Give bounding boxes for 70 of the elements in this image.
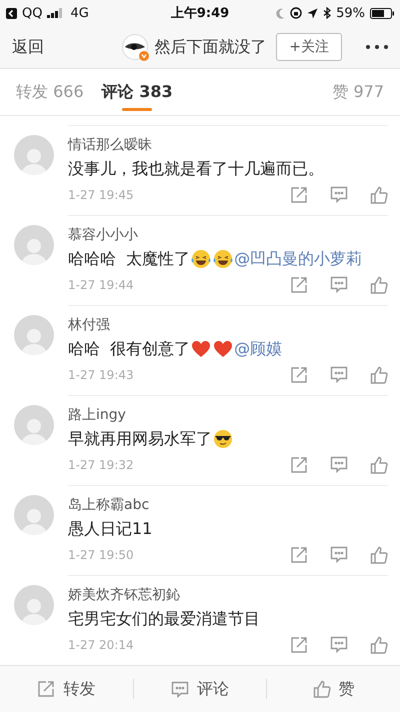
comment-text: 没事儿，我也就是看了十几遍而已。 (68, 158, 324, 180)
repost-icon[interactable] (290, 636, 308, 654)
reply-icon[interactable] (330, 186, 348, 203)
comment-text: 哈哈哈 太魔性了 (68, 248, 190, 270)
username[interactable]: 娇美炊齐钚莣初鈊 (68, 586, 388, 604)
verified-badge-icon (139, 51, 150, 61)
follow-button[interactable]: +关注 (276, 33, 342, 61)
user-avatar[interactable] (14, 225, 54, 265)
comment-action-button[interactable]: 评论 (134, 666, 266, 712)
user-avatar[interactable] (14, 135, 54, 175)
moon-icon (276, 8, 286, 18)
more-icon[interactable] (366, 45, 388, 49)
mention-link[interactable]: @顾嫫 (234, 338, 282, 360)
repost-icon[interactable] (290, 456, 308, 474)
rotation-lock-icon (290, 7, 302, 19)
network-label: 4G (70, 6, 89, 20)
back-button[interactable]: 返回 (12, 36, 44, 58)
location-arrow-icon (307, 8, 318, 18)
user-avatar[interactable] (14, 495, 54, 535)
comment-time: 1-27 19:44 (68, 278, 135, 292)
comment-text: 宅男宅女们的最爱消遣节目 (68, 608, 260, 630)
like-icon[interactable] (370, 636, 388, 654)
reply-icon[interactable] (330, 276, 348, 293)
comment-time: 1-27 19:45 (68, 188, 135, 202)
comment-time: 1-27 20:14 (68, 638, 135, 652)
username[interactable]: 岛上称霸abc (68, 496, 388, 514)
repost-icon[interactable] (290, 546, 308, 564)
reply-icon[interactable] (330, 636, 348, 653)
heart-emoji (213, 340, 234, 358)
comment-text: 愚人日记11 (68, 518, 152, 540)
comment-text: 早就再用网易水军了 (68, 428, 212, 450)
user-avatar[interactable] (14, 315, 54, 355)
heart-emoji (191, 340, 212, 358)
user-avatar[interactable] (14, 405, 54, 445)
mention-link[interactable]: @凹凸曼的小萝莉 (234, 248, 362, 270)
like-icon[interactable] (370, 276, 388, 294)
post-author-title: 然后下面就没了 (154, 36, 266, 58)
like-icon[interactable] (370, 366, 388, 384)
like-action-button[interactable]: 赞 (267, 666, 400, 712)
comment-text: 哈哈 很有创意了 (68, 338, 190, 360)
comment-icon (171, 680, 189, 698)
repost-icon[interactable] (290, 186, 308, 204)
battery-icon (370, 8, 394, 18)
comment-time: 1-27 19:32 (68, 458, 135, 472)
repost-icon[interactable] (290, 276, 308, 294)
like-icon[interactable] (370, 456, 388, 474)
comment-time: 1-27 19:50 (68, 548, 135, 562)
back-app-label[interactable]: QQ (22, 6, 42, 20)
sunglasses-emoji (213, 429, 233, 449)
laughing-tears-emoji (191, 249, 212, 269)
like-icon (312, 680, 331, 698)
clock-time: 上午9:49 (170, 5, 230, 22)
repost-action-button[interactable]: 转发 (0, 666, 133, 712)
username[interactable]: 慕容小小小 (68, 226, 388, 244)
laughing-tears-emoji (213, 249, 234, 269)
comment-time: 1-27 19:43 (68, 368, 135, 382)
repost-icon[interactable] (290, 366, 308, 384)
like-icon[interactable] (370, 186, 388, 204)
repost-icon (37, 680, 56, 698)
reply-icon[interactable] (330, 366, 348, 383)
tab[interactable]: 评论 383 (102, 69, 173, 115)
user-avatar[interactable] (14, 585, 54, 625)
username[interactable]: 林付强 (68, 316, 388, 334)
reply-icon[interactable] (330, 546, 348, 563)
battery-percent: 59% (336, 6, 365, 20)
reply-icon[interactable] (330, 456, 348, 473)
username[interactable]: 路上ingy (68, 406, 388, 424)
bluetooth-icon (323, 7, 332, 19)
username[interactable]: 情话那么暧昧 (68, 136, 388, 154)
like-icon[interactable] (370, 546, 388, 564)
